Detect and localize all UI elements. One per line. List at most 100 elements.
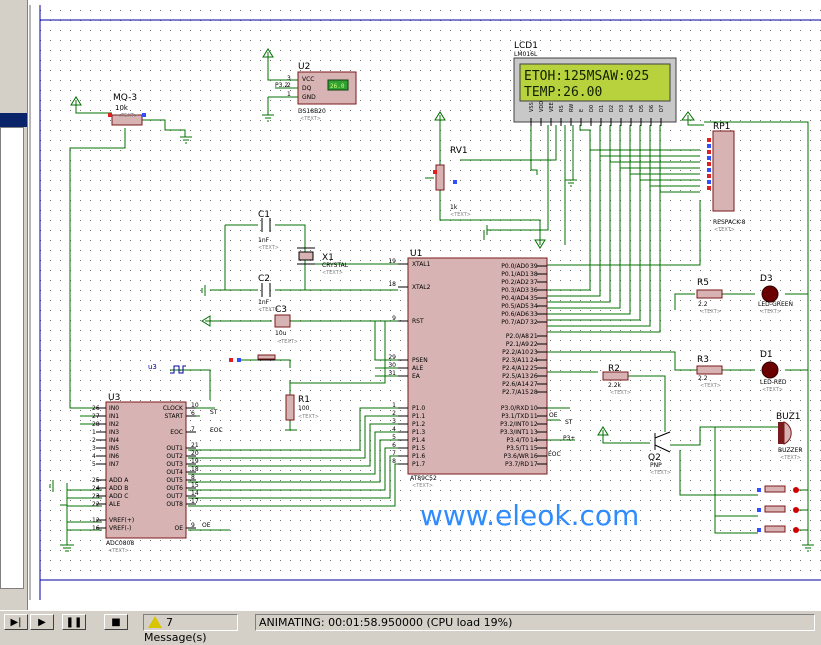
u1-pin-num: 39 xyxy=(530,263,538,270)
u1-pin-name: P3.6/WR xyxy=(504,453,529,460)
u1-pin-name: P0.6/AD6 xyxy=(501,311,529,318)
button-1[interactable] xyxy=(764,485,786,493)
button-3[interactable] xyxy=(764,525,786,533)
r3-value: 2.2 xyxy=(698,375,708,382)
u1-pin-num: 31 xyxy=(388,370,396,377)
panel-scroll-area[interactable] xyxy=(0,127,24,589)
c1-text: <TEXT> xyxy=(258,245,279,251)
d1-text: <TEXT> xyxy=(762,387,783,393)
u3-pin-name: ADD B xyxy=(109,485,128,492)
u1-pin-name: P1.6 xyxy=(412,453,425,460)
u3-pin-num: 10 xyxy=(191,402,199,409)
u3-pin-num: 22 xyxy=(92,501,100,508)
u1-pin-name: P0.1/AD1 xyxy=(501,271,529,278)
rp1-model: RESPACK-8 xyxy=(713,219,746,226)
c2-value: 1nF xyxy=(258,299,270,306)
u1-pin-name: P1.5 xyxy=(412,445,425,452)
u2-pin-dq: DQ xyxy=(302,85,312,92)
lcd-model: LM016L xyxy=(514,51,538,58)
mq3-ref: MQ-3 xyxy=(113,93,137,103)
schematic-workspace[interactable]: MQ-3 10k <TEXT> 26.0 U2 VCC DQ GND 3 2 1… xyxy=(0,0,821,610)
play-icon[interactable]: ▶ xyxy=(30,614,54,630)
u1-pin-name: P0.2/AD2 xyxy=(501,279,529,286)
u1-pin-name: P2.1/A9 xyxy=(506,341,529,348)
panel-selection xyxy=(0,113,27,127)
u1-pin-name: RST xyxy=(412,318,424,325)
u3-pin-name: OUT4 xyxy=(166,469,183,476)
lcd-pin-label: D3 xyxy=(619,105,625,112)
u1-pin-name: P0.5/AD5 xyxy=(501,303,529,310)
u3-pin-name: OUT3 xyxy=(166,461,183,468)
u3-pin-name: ALE xyxy=(109,501,120,508)
u3-net-oe: OE xyxy=(202,522,211,529)
u2-pinnum-1: 1 xyxy=(287,91,291,98)
left-panel[interactable] xyxy=(0,0,28,610)
u1-pin-name: EA xyxy=(412,373,421,380)
lcd-pin-label: D4 xyxy=(629,105,635,112)
u1-pin-num: 11 xyxy=(530,413,538,420)
u1-pin-name: P0.4/AD4 xyxy=(501,295,529,302)
u1-pin-num: 26 xyxy=(530,373,538,380)
lcd-pin-label: D1 xyxy=(599,105,605,112)
stop-icon[interactable]: ■ xyxy=(104,614,128,630)
r2-ref: R2 xyxy=(608,364,620,374)
u1-net-p3plus: P3+ xyxy=(563,435,575,442)
u1-pin-name: ALE xyxy=(412,365,423,372)
play-step-icon[interactable]: ▶| xyxy=(4,614,28,630)
schematic-sheet[interactable]: MQ-3 10k <TEXT> 26.0 U2 VCC DQ GND 3 2 1… xyxy=(0,0,821,610)
u1-pin-num: 14 xyxy=(530,437,538,444)
u2-pinnum-3: 3 xyxy=(287,75,291,82)
u1-pin-num: 32 xyxy=(530,319,538,326)
u1-pin-num: 34 xyxy=(530,303,538,310)
d3-ref: D3 xyxy=(760,274,773,284)
u2-pin-gnd: GND xyxy=(302,94,316,101)
u3-pin-num: 26 xyxy=(92,405,100,412)
messages-button[interactable]: 7 Message(s) xyxy=(143,614,238,644)
u3-pin-name: OUT1 xyxy=(166,445,183,452)
u1-pin-name: P3.1/TXD xyxy=(501,413,529,420)
c3-value: 10u xyxy=(275,330,287,337)
buz1-text: <TEXT> xyxy=(780,455,801,461)
pause-icon[interactable]: ❚❚ xyxy=(62,614,86,630)
u1-pin-name: XTAL2 xyxy=(412,284,431,291)
q2-text: <TEXT> xyxy=(650,470,671,476)
u1-pin-num: 38 xyxy=(530,271,538,278)
lcd-line-2: TEMP:26.00 xyxy=(524,85,602,100)
u1-pin-num: 9 xyxy=(392,315,396,322)
u1-pin-name: P3.0/RXD xyxy=(501,405,529,412)
u3-pin-num: 24 xyxy=(92,485,100,492)
u1-pin-num: 30 xyxy=(388,362,396,369)
u3-pin-name: OUT8 xyxy=(166,501,183,508)
u1-text: <TEXT> xyxy=(412,483,433,489)
u1-pin-num: 21 xyxy=(530,333,538,340)
button-2[interactable] xyxy=(764,505,786,513)
u1-pin-name: P1.3 xyxy=(412,429,425,436)
u1-pin-num: 33 xyxy=(530,311,538,318)
u1-pin-name: XTAL1 xyxy=(412,261,431,268)
u2-net-label: P3.2 xyxy=(275,82,288,89)
u1-pin-name: PSEN xyxy=(412,357,428,364)
u3-pin-num: 9 xyxy=(191,522,195,529)
u3-pin-name: ADD A xyxy=(109,477,129,484)
u1-pin-num: 5 xyxy=(392,434,396,441)
u1-pin-num: 19 xyxy=(388,258,396,265)
u1-pin-num: 16 xyxy=(530,453,538,460)
r5-value: 2.2 xyxy=(698,301,708,308)
u1-pin-name: P0.3/AD3 xyxy=(501,287,529,294)
r3-text: <TEXT> xyxy=(700,383,721,389)
u1-microcontroller[interactable]: U1 AT89C52 <TEXT> 19 XTAL118 XTAL29 RST29 PS… xyxy=(388,249,575,489)
u1-pin-name: P2.6/A14 xyxy=(502,381,529,388)
rv1-text: <TEXT> xyxy=(450,212,471,218)
lcd-pin-label: VEE xyxy=(549,102,555,112)
u1-pin-name: P2.0/A8 xyxy=(506,333,529,340)
u3-pin-name: IN6 xyxy=(109,453,119,460)
lcd-pin-label: RW xyxy=(569,104,575,112)
u1-pin-num: 24 xyxy=(530,357,538,364)
u3-model: ADC0808 xyxy=(106,540,134,547)
u3-pin-name: IN1 xyxy=(109,413,119,420)
r1-text: <TEXT> xyxy=(298,414,319,420)
u3-pin-name: ADD C xyxy=(109,493,128,500)
status-bar: ▶| ▶ ❚❚ ■ 7 Message(s) ANIMATING: 00:01:… xyxy=(0,610,821,644)
d1-model: LED-RED xyxy=(760,379,787,386)
u1-pin-name: P2.3/A11 xyxy=(502,357,529,364)
